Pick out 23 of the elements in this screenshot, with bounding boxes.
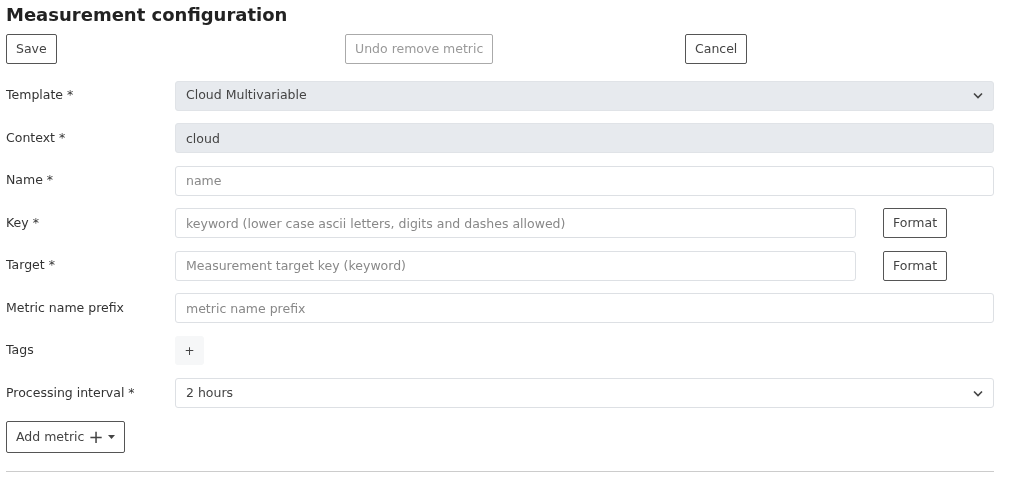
field-label: Target *	[6, 256, 56, 275]
field-label: Template *	[6, 86, 75, 105]
save-button[interactable]: Save	[6, 33, 57, 64]
input-field[interactable]: name	[175, 165, 994, 196]
field-label: Key *	[6, 213, 40, 232]
field-label: Metric name prefix	[6, 298, 126, 317]
field-label: Context *	[6, 128, 67, 147]
select-field[interactable]: 2 hours	[175, 378, 994, 409]
field-label: Processing interval *	[6, 383, 136, 402]
chevron-down-icon	[973, 389, 983, 397]
add-metric-button[interactable]: Add metric +	[6, 420, 125, 453]
format-button[interactable]: Format	[883, 208, 948, 239]
cancel-button[interactable]: Cancel	[685, 33, 748, 64]
input-field[interactable]: Measurement target key (keyword)	[175, 250, 856, 281]
input-field[interactable]: metric name prefix	[175, 293, 994, 324]
input-field[interactable]: keyword (lower case ascii letters, digits and dashes allowed)	[175, 208, 856, 239]
field-label: Name *	[6, 171, 55, 190]
format-button[interactable]: Format	[883, 250, 948, 281]
add-tag-button[interactable]: +	[175, 336, 204, 366]
caret-icon	[107, 434, 115, 439]
page-title: Measurement configuration	[6, 4, 289, 26]
field-label: Tags	[6, 341, 35, 360]
chevron-down-icon	[973, 92, 983, 100]
